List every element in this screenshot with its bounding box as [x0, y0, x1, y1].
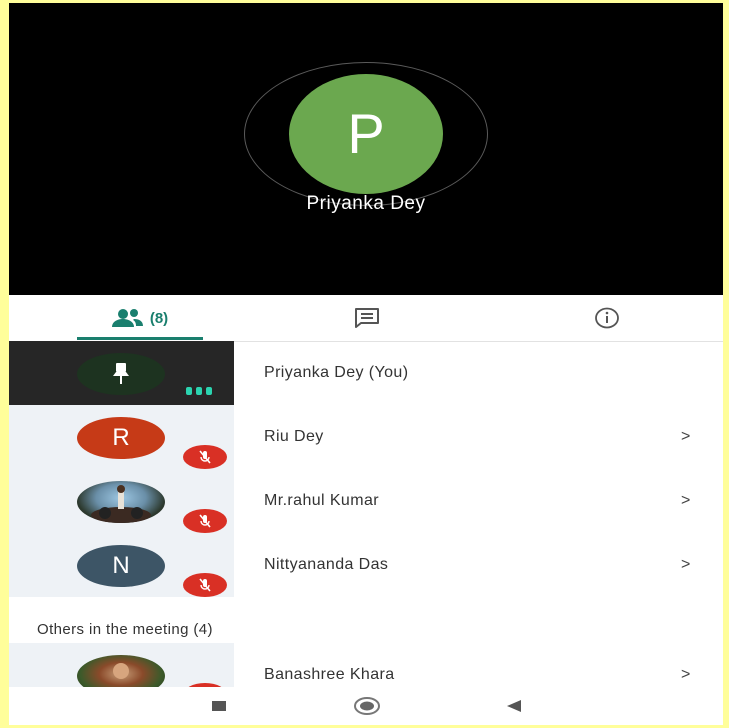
meeting-app: P Priyanka Dey (8) Priyanka Dey (You) R …: [9, 3, 723, 725]
active-speaker-view: P Priyanka Dey: [9, 3, 723, 295]
participant-count: (8): [149, 309, 169, 327]
info-icon: [594, 307, 619, 329]
system-navigation-bar: [9, 687, 723, 725]
tab-people[interactable]: (8): [79, 295, 199, 341]
chevron-right-icon[interactable]: >: [681, 533, 690, 597]
pin-icon: [113, 363, 129, 384]
home-button[interactable]: [347, 687, 387, 725]
mic-off-icon: [183, 445, 227, 469]
participant-row[interactable]: Priyanka Dey (You): [9, 341, 723, 405]
participant-name: Priyanka Dey (You): [264, 364, 409, 381]
participant-thumbnail: N: [9, 533, 234, 597]
participant-row[interactable]: Mr.rahul Kumar >: [9, 469, 723, 533]
participant-row[interactable]: R Riu Dey >: [9, 405, 723, 469]
home-icon: [354, 697, 380, 715]
people-icon: [111, 309, 143, 327]
recents-icon: [212, 701, 226, 711]
avatar: N: [77, 545, 165, 587]
back-icon: [507, 700, 521, 712]
speaker-avatar: P: [289, 74, 443, 194]
recents-button[interactable]: [199, 687, 239, 725]
speaking-indicator: [186, 387, 212, 395]
mic-off-icon: [183, 509, 227, 533]
participant-thumbnail: [9, 341, 234, 405]
avatar-photo: [77, 481, 165, 523]
chevron-right-icon[interactable]: >: [681, 405, 690, 469]
tab-chat[interactable]: [319, 295, 414, 341]
avatar: [77, 353, 165, 395]
mic-off-icon: [183, 573, 227, 597]
participant-name: Mr.rahul Kumar: [264, 492, 379, 509]
participant-name: Nittyananda Das: [264, 556, 389, 573]
speaker-name: Priyanka Dey: [306, 193, 426, 214]
back-button[interactable]: [494, 687, 534, 725]
active-tab-indicator: [77, 337, 203, 340]
tab-info[interactable]: [559, 295, 654, 341]
participant-thumbnail: R: [9, 405, 234, 469]
participant-row[interactable]: N Nittyananda Das >: [9, 533, 723, 597]
participant-thumbnail: [9, 469, 234, 533]
chat-icon: [354, 308, 379, 328]
others-section-heading: Others in the meeting (4): [37, 621, 213, 638]
participant-name: Riu Dey: [264, 428, 324, 445]
chevron-right-icon[interactable]: >: [681, 469, 690, 533]
avatar: R: [77, 417, 165, 459]
tab-bar: (8): [9, 295, 723, 342]
